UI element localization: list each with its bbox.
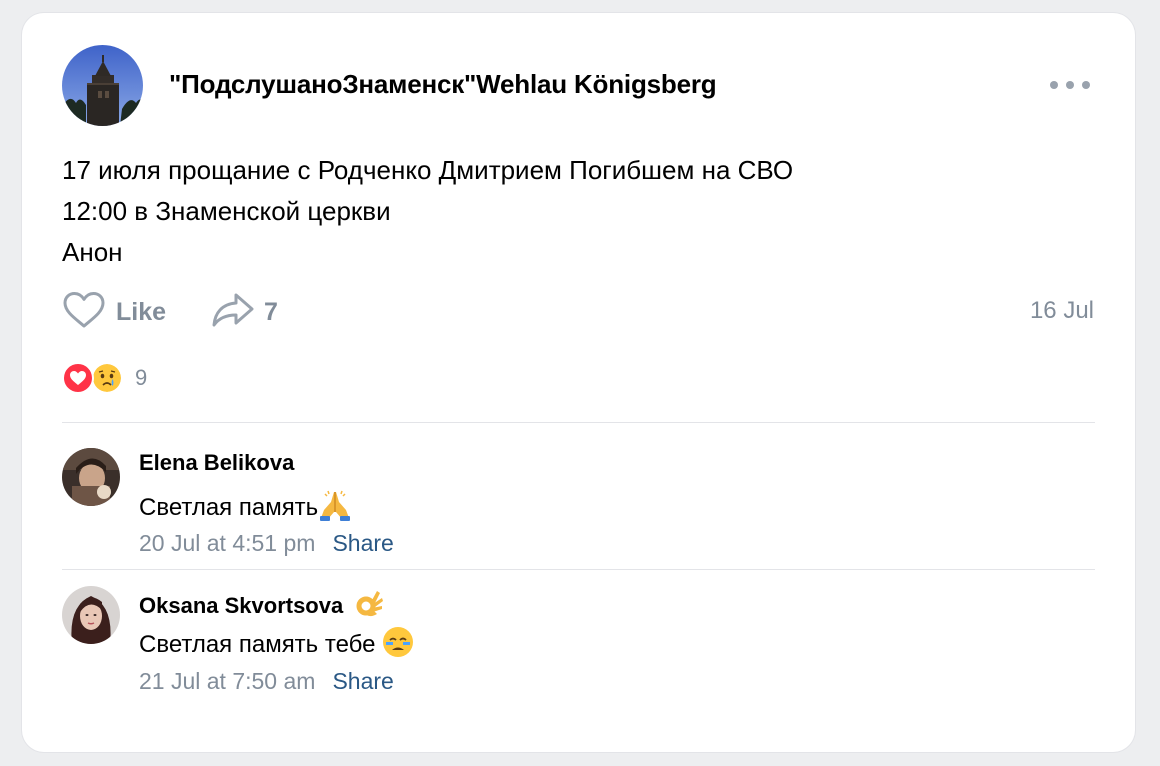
share-arrow-icon — [210, 291, 256, 334]
comment-author-name[interactable]: Oksana Skvortsova — [139, 593, 343, 618]
divider — [62, 422, 1095, 423]
comment-date[interactable]: 20 Jul at 4:51 pm — [139, 530, 315, 557]
share-count: 7 — [264, 297, 278, 326]
comment-text: Светлая память тебе — [139, 626, 414, 665]
divider — [62, 569, 1095, 570]
share-button[interactable]: 7 — [210, 291, 278, 333]
post-text-line: 17 июля прощание с Родченко Дмитрием Пог… — [62, 155, 794, 185]
comment-item: Oksana Skvortsova Светлая память тебе 21… — [62, 586, 1095, 701]
avatar[interactable] — [62, 448, 120, 506]
like-button[interactable]: Like — [62, 291, 166, 333]
comment-author: Oksana Skvortsova — [139, 588, 385, 626]
reaction-count: 9 — [135, 365, 148, 390]
comment-share-link[interactable]: Share — [332, 668, 393, 695]
dot-icon — [1082, 81, 1090, 89]
post-text-line: Анон — [62, 237, 123, 267]
dot-icon — [1066, 81, 1074, 89]
like-label: Like — [116, 297, 167, 326]
more-options-button[interactable] — [1050, 75, 1090, 95]
dot-icon — [1050, 81, 1058, 89]
crying-face-icon — [91, 362, 123, 394]
ok-hand-icon — [355, 588, 385, 626]
tearful-face-icon — [382, 626, 414, 665]
post-text-line: 12:00 в Знаменской церкви — [62, 196, 391, 226]
group-name[interactable]: "ПодслушаноЗнаменск"Wehlau Königsberg — [169, 69, 717, 100]
comment-author[interactable]: Elena Belikova — [139, 450, 294, 476]
avatar[interactable] — [62, 586, 120, 644]
post-text: 17 июля прощание с Родченко Дмитрием Пог… — [62, 150, 1082, 273]
comment-meta: 20 Jul at 4:51 pm Share — [139, 530, 394, 557]
group-avatar[interactable] — [62, 45, 143, 126]
post-card: "ПодслушаноЗнаменск"Wehlau Königsberg 17… — [22, 13, 1135, 752]
post-date[interactable]: 16 Jul — [1030, 297, 1094, 325]
comment-date[interactable]: 21 Jul at 7:50 am — [139, 668, 315, 695]
post-actions: Like 7 16 Jul — [62, 291, 1102, 333]
comment-share-link[interactable]: Share — [332, 530, 393, 557]
heart-icon — [62, 362, 94, 394]
reactions-summary[interactable]: 9 — [62, 361, 147, 395]
comment-meta: 21 Jul at 7:50 am Share — [139, 668, 394, 695]
comment-text-content: Светлая память — [139, 493, 319, 521]
heart-outline-icon — [62, 291, 106, 334]
comment-item: Elena Belikova Светлая память 20 Jul at … — [62, 448, 1095, 558]
praying-hands-icon — [318, 488, 352, 529]
comment-text: Светлая память — [139, 488, 352, 529]
comment-text-content: Светлая память тебе — [139, 630, 376, 658]
